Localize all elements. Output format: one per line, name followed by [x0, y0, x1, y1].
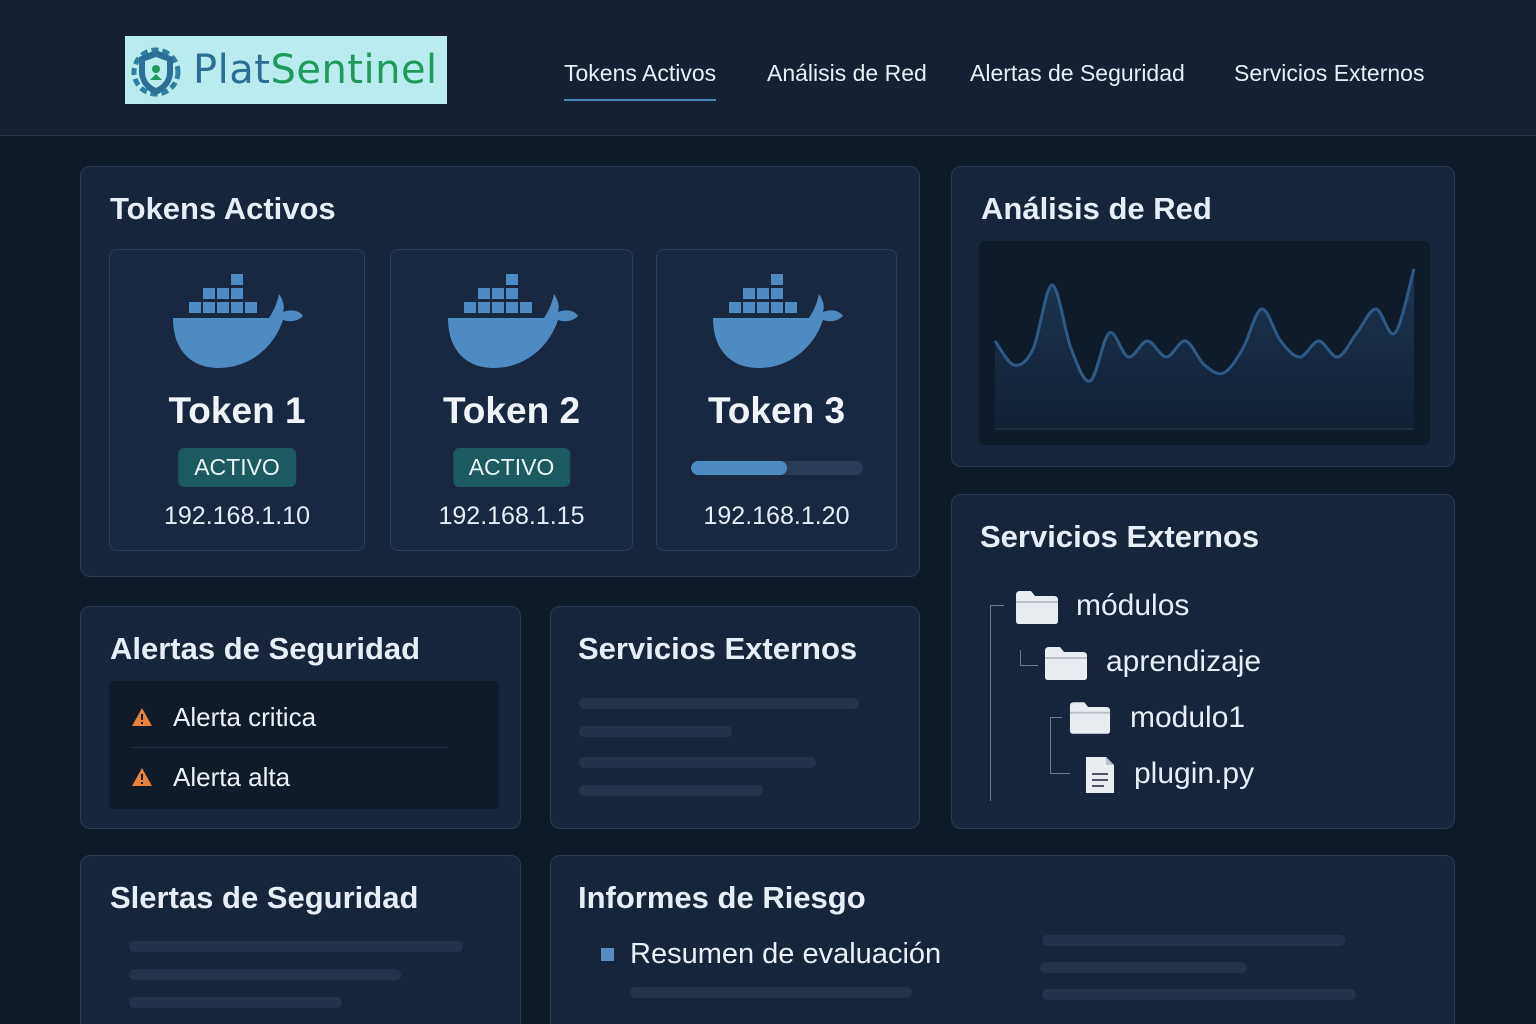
- token-name: Token 2: [442, 390, 581, 431]
- tree-node-aprendizaje[interactable]: aprendizaje: [1106, 645, 1261, 679]
- token-name: Token 3: [707, 390, 846, 431]
- network-area-chart: [993, 268, 1416, 430]
- tree-connector: [990, 605, 1004, 606]
- report-item-label: Resumen de evaluación: [630, 938, 942, 970]
- bullet-square-icon: [601, 948, 614, 961]
- nav-tokens-activos[interactable]: Tokens Activos: [564, 60, 717, 101]
- token-card-3[interactable]: Token 3 192.168.1.20: [656, 249, 897, 551]
- tree-connector: [1020, 665, 1038, 666]
- alert-label: Alerta alta: [173, 761, 291, 792]
- alerts-panel: Alertas de Seguridad Alerta critica Aler…: [80, 606, 521, 829]
- skeleton-line: [129, 969, 401, 980]
- network-panel-title: Análisis de Red: [981, 191, 1212, 226]
- external-services-tree-panel: Servicios Externos módulos aprendizaje m…: [951, 494, 1455, 829]
- tree-connector: [1020, 650, 1021, 666]
- top-bar: PlatSentinel Tokens Activos Análisis de …: [0, 0, 1536, 136]
- risk-reports-panel: Informes de Riesgo Resumen de evaluación: [550, 855, 1455, 1024]
- tree-connector: [1050, 717, 1062, 718]
- alert-item-high[interactable]: Alerta alta: [131, 757, 290, 797]
- tokens-panel: Tokens Activos Token 1 ACTIVO 192.168.1.…: [80, 166, 920, 577]
- status-badge: ACTIVO: [452, 448, 571, 487]
- report-item[interactable]: Resumen de evaluación: [601, 938, 941, 971]
- skeleton-line: [1042, 935, 1345, 946]
- folder-icon: [1069, 702, 1111, 734]
- skeleton-line: [129, 941, 463, 952]
- token-card-1[interactable]: Token 1 ACTIVO 192.168.1.10: [109, 249, 365, 551]
- external-services-tree-title: Servicios Externos: [980, 519, 1260, 554]
- tree-node-modulos[interactable]: módulos: [1076, 589, 1189, 623]
- warning-icon: [132, 768, 152, 786]
- tree-connector: [1050, 717, 1051, 773]
- nav-servicios-externos[interactable]: Servicios Externos: [1234, 60, 1424, 87]
- tokens-panel-title: Tokens Activos: [110, 191, 336, 226]
- docker-whale-icon: [447, 274, 578, 368]
- skeleton-line: [1042, 989, 1356, 1000]
- token-card-2[interactable]: Token 2 ACTIVO 192.168.1.15: [390, 249, 633, 551]
- file-icon: [1086, 757, 1114, 793]
- alert-item-critical[interactable]: Alerta critica: [131, 697, 316, 737]
- network-panel: Análisis de Red: [951, 166, 1455, 467]
- tree-node-plugin[interactable]: plugin.py: [1134, 757, 1254, 791]
- token-ip: 192.168.1.20: [703, 502, 850, 530]
- docker-whale-icon: [712, 274, 843, 368]
- tree-node-modulo1[interactable]: modulo1: [1130, 701, 1245, 735]
- network-chart[interactable]: [979, 241, 1430, 445]
- alerts-panel-secondary: Slertas de Seguridad: [80, 855, 521, 1024]
- token-name: Token 1: [168, 390, 306, 431]
- status-badge: ACTIVO: [178, 448, 296, 487]
- skeleton-line: [579, 698, 859, 709]
- folder-icon: [1045, 647, 1087, 680]
- skeleton-line: [129, 997, 342, 1008]
- alerts-list: Alerta critica Alerta alta: [109, 681, 499, 809]
- external-services-title: Servicios Externos: [578, 631, 858, 666]
- token-progress-bar: [690, 461, 863, 475]
- alert-label: Alerta critica: [173, 701, 317, 732]
- token-progress-fill: [690, 461, 787, 475]
- main-nav: Tokens Activos Análisis de Red Alertas d…: [0, 60, 1536, 110]
- alerts-divider: [131, 747, 447, 748]
- nav-analisis-de-red[interactable]: Análisis de Red: [767, 60, 927, 87]
- skeleton-line: [630, 987, 912, 998]
- tree-connector: [990, 605, 991, 801]
- tree-connector: [1050, 773, 1070, 774]
- alerts-panel-secondary-title: Slertas de Seguridad: [110, 880, 419, 915]
- nav-alertas-de-seguridad[interactable]: Alertas de Seguridad: [970, 60, 1185, 87]
- skeleton-line: [579, 757, 816, 768]
- docker-whale-icon: [173, 274, 303, 368]
- token-ip: 192.168.1.10: [164, 502, 310, 530]
- external-services-panel-small: Servicios Externos: [550, 606, 920, 829]
- skeleton-line: [579, 785, 763, 796]
- folder-icon: [1016, 591, 1058, 624]
- risk-reports-title: Informes de Riesgo: [578, 880, 866, 915]
- skeleton-line: [1040, 962, 1247, 973]
- skeleton-line: [579, 726, 732, 737]
- warning-icon: [132, 708, 152, 726]
- token-ip: 192.168.1.15: [438, 502, 585, 530]
- alerts-panel-title: Alertas de Seguridad: [110, 631, 421, 666]
